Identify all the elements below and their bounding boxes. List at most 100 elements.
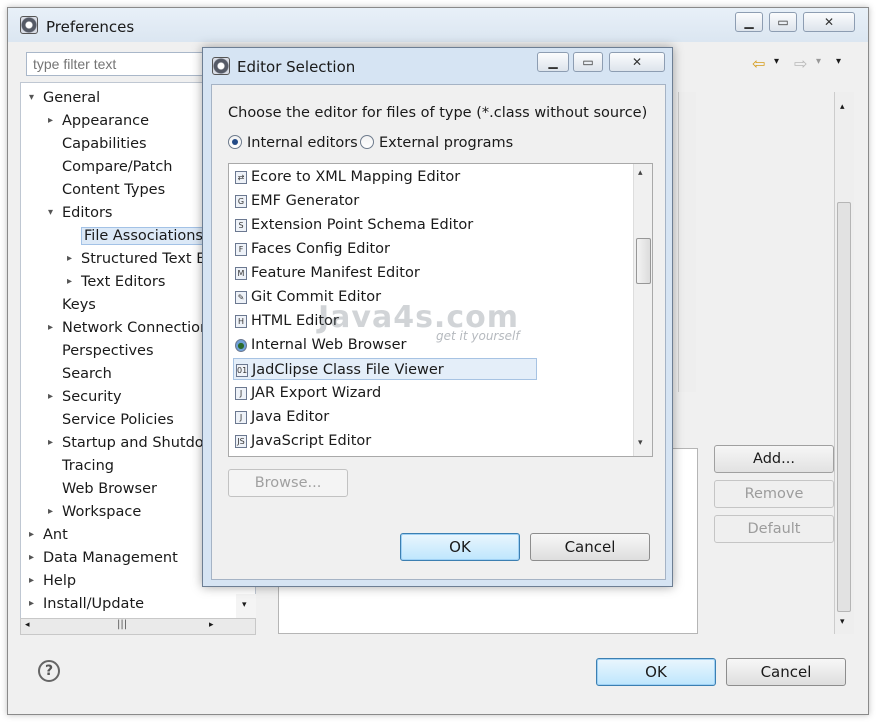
tree-item[interactable]: Capabilities [62, 133, 147, 155]
editor-list-item[interactable]: J JAR Export Wizard [233, 382, 381, 404]
tree-item-label: Perspectives [62, 343, 154, 359]
editor-list-item[interactable]: M Feature Manifest Editor [233, 262, 420, 284]
tree-item[interactable]: ▸ Install/Update [29, 593, 144, 615]
tree-collapsed-icon[interactable]: ▸ [48, 432, 53, 454]
tree-vertical-scrollbar[interactable]: ▾ [236, 594, 256, 618]
tree-collapsed-icon[interactable]: ▸ [48, 110, 53, 132]
radio-checked-icon[interactable] [228, 135, 242, 149]
close-button[interactable]: ✕ [803, 12, 855, 32]
editor-list-item[interactable]: S Extension Point Schema Editor [233, 214, 473, 236]
editor-list-item[interactable]: ✎ Git Commit Editor [233, 286, 381, 308]
tree-item[interactable]: Perspectives [62, 340, 154, 362]
dialog-minimize-button[interactable]: ▁ [537, 52, 569, 72]
tree-item[interactable]: ▸ Appearance [48, 110, 149, 132]
tree-expanded-icon[interactable]: ▾ [29, 87, 34, 109]
tree-item[interactable]: ▸ Security [48, 386, 122, 408]
editor-list[interactable]: ▴ ▾ ⇄ Ecore to XML Mapping Editor G EMF Gen… [228, 163, 653, 457]
tree-collapsed-icon[interactable]: ▸ [29, 593, 34, 615]
editor-list-scrollbar[interactable]: ▴ ▾ [633, 164, 652, 456]
tree-collapsed-icon[interactable]: ▸ [29, 570, 34, 592]
scroll-left-icon[interactable]: ◂ [25, 620, 30, 630]
ok-button[interactable]: OK [596, 658, 716, 686]
tree-item-label: Web Browser [62, 481, 157, 497]
tree-item[interactable]: Web Browser [62, 478, 157, 500]
dialog-ok-button[interactable]: OK [400, 533, 520, 561]
scroll-down-icon[interactable]: ▾ [638, 438, 643, 448]
scroll-down-icon[interactable]: ▾ [840, 617, 845, 627]
editor-list-item[interactable]: G EMF Generator [233, 190, 359, 212]
add-button[interactable]: Add... [714, 445, 834, 473]
internal-editors-radio[interactable]: Internal editors [228, 133, 358, 153]
filter-input[interactable] [26, 52, 226, 76]
tree-item-label: General [43, 90, 101, 106]
radio-unchecked-icon[interactable] [360, 135, 374, 149]
main-vertical-scrollbar[interactable]: ▴ ▾ [834, 92, 854, 634]
tree-item[interactable]: ▸ Data Management [29, 547, 178, 569]
dialog-close-button[interactable]: ✕ [609, 52, 665, 72]
tree-item[interactable]: File Associations [81, 225, 206, 247]
scroll-up-icon[interactable]: ▴ [638, 168, 643, 178]
tree-item[interactable]: ▸ Network Connection [48, 317, 209, 339]
scroll-down-icon[interactable]: ▾ [242, 600, 247, 610]
tree-item[interactable]: Search [62, 363, 112, 385]
tree-horizontal-scrollbar[interactable]: ◂ ||| ▸ [20, 618, 256, 635]
dialog-cancel-button[interactable]: Cancel [530, 533, 650, 561]
preferences-titlebar: Preferences ▁ ▭ ✕ [8, 8, 868, 42]
tree-item-label: Editors [62, 205, 113, 221]
back-arrow-icon[interactable]: ⇦ [752, 54, 765, 73]
main-scroll-thumb[interactable] [837, 202, 851, 612]
forward-arrow-icon[interactable]: ⇨ [794, 54, 807, 73]
maximize-button[interactable]: ▭ [769, 12, 797, 32]
tree-collapsed-icon[interactable]: ▸ [29, 524, 34, 546]
scroll-right-icon[interactable]: ▸ [209, 620, 214, 630]
tree-item-label: Compare/Patch [62, 159, 173, 175]
tree-item[interactable]: ▾ Editors [48, 202, 113, 224]
tree-item[interactable]: ▾ General [29, 87, 101, 109]
tree-item[interactable]: Content Types [62, 179, 165, 201]
tree-collapsed-icon[interactable]: ▸ [67, 271, 72, 293]
dialog-maximize-button[interactable]: ▭ [573, 52, 603, 72]
tree-expanded-icon[interactable]: ▾ [48, 202, 53, 224]
editor-list-item[interactable]: ⇄ Ecore to XML Mapping Editor [233, 166, 460, 188]
tree-item-label: Data Management [43, 550, 178, 566]
external-programs-label: External programs [379, 135, 514, 151]
tree-item[interactable]: Keys [62, 294, 96, 316]
tree-item[interactable]: ▸ Workspace [48, 501, 141, 523]
tree-item[interactable]: Tracing [62, 455, 114, 477]
editor-list-item[interactable]: ● Internal Web Browser [233, 334, 406, 356]
tree-item[interactable]: ▸ Text Editors [67, 271, 165, 293]
minimize-button[interactable]: ▁ [735, 12, 763, 32]
browse-button[interactable]: Browse... [228, 469, 348, 497]
editor-list-item[interactable]: JS JavaScript Editor [233, 430, 371, 452]
tree-item-label: Tracing [62, 458, 114, 474]
tree-collapsed-icon[interactable]: ▸ [48, 317, 53, 339]
scroll-up-icon[interactable]: ▴ [840, 102, 845, 112]
tree-collapsed-icon[interactable]: ▸ [48, 501, 53, 523]
tree-item[interactable]: ▸ Structured Text Ec [67, 248, 213, 270]
editor-list-item[interactable]: 01 JadClipse Class File Viewer [233, 358, 537, 380]
dialog-prompt: Choose the editor for files of type (*.c… [228, 105, 648, 121]
tree-item-label: Ant [43, 527, 68, 543]
help-icon[interactable]: ? [38, 660, 60, 682]
remove-button[interactable]: Remove [714, 480, 834, 508]
tree-item[interactable]: ▸ Startup and Shutdov [48, 432, 212, 454]
tree-item[interactable]: Service Policies [62, 409, 174, 431]
file-types-scrollbar[interactable] [678, 92, 696, 392]
cancel-button[interactable]: Cancel [726, 658, 846, 686]
editor-list-item[interactable]: F Faces Config Editor [233, 238, 390, 260]
tree-collapsed-icon[interactable]: ▸ [48, 386, 53, 408]
external-programs-radio[interactable]: External programs [360, 133, 513, 153]
default-button[interactable]: Default [714, 515, 834, 543]
forward-menu-icon[interactable]: ▾ [816, 56, 821, 67]
editor-list-scroll-thumb[interactable] [636, 238, 651, 284]
tree-collapsed-icon[interactable]: ▸ [67, 248, 72, 270]
back-menu-icon[interactable]: ▾ [774, 56, 779, 67]
view-menu-icon[interactable]: ▾ [836, 56, 841, 67]
editor-list-item[interactable]: J Java Editor [233, 406, 329, 428]
tree-item[interactable]: ▸ Ant [29, 524, 68, 546]
tree-item[interactable]: ▸ Help [29, 570, 76, 592]
editor-list-item[interactable]: H HTML Editor [233, 310, 339, 332]
tree-collapsed-icon[interactable]: ▸ [29, 547, 34, 569]
internal-editors-label: Internal editors [247, 135, 358, 151]
tree-item[interactable]: Compare/Patch [62, 156, 173, 178]
